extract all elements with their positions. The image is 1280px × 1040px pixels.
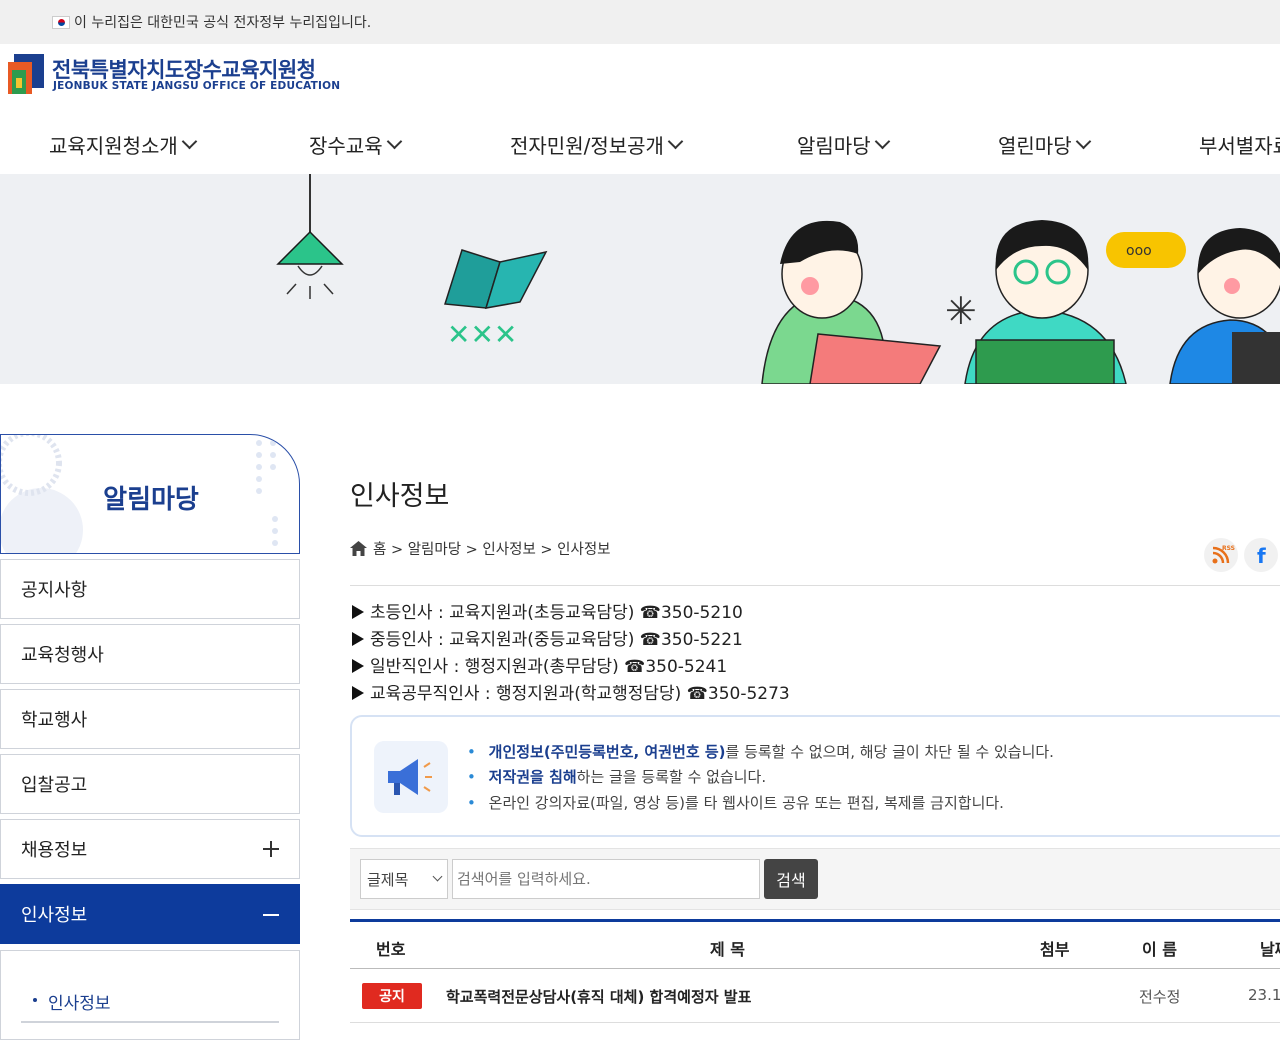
- lnb-item-label: 교육청행사: [21, 645, 104, 666]
- row-author: 전수정: [1139, 988, 1181, 1006]
- lnb-item-notices[interactable]: 공지사항: [0, 559, 300, 619]
- nav-item-department-data[interactable]: 부서별자료: [1199, 130, 1280, 159]
- column-header-number: 번호: [376, 940, 406, 959]
- nav-label: 전자민원/정보공개: [510, 134, 664, 158]
- contact-text: 교육공무직인사 : 행정지원과(학교행정담당) ☎350-5273: [370, 684, 790, 704]
- nav-item-jangsu-education[interactable]: 장수교육: [309, 130, 402, 159]
- megaphone-icon: [374, 741, 448, 813]
- chevron-down-icon: [386, 133, 402, 150]
- lnb-item-personnel-info[interactable]: 인사정보: [0, 884, 300, 944]
- contact-text: 초등인사 : 교육지원과(초등교육담당) ☎350-5210: [370, 603, 743, 623]
- lnb-item-label: 학교행사: [21, 710, 88, 731]
- search-button[interactable]: 검색: [764, 859, 818, 899]
- nav-label: 장수교육: [309, 134, 383, 158]
- rss-button[interactable]: RSS: [1204, 538, 1238, 572]
- lnb-item-label: 공지사항: [21, 580, 88, 601]
- logo-icon[interactable]: [8, 54, 46, 94]
- svg-text:✕✕✕: ✕✕✕: [447, 318, 517, 351]
- lnb-item-school-events[interactable]: 학교행사: [0, 689, 300, 749]
- search-bar: 글제목 검색: [350, 848, 1280, 910]
- contact-line: 일반직인사 : 행정지원과(총무담당) ☎350-5241: [352, 652, 727, 677]
- svg-text:✳: ✳: [945, 289, 977, 333]
- nav-item-about[interactable]: 교육지원청소개: [49, 130, 198, 159]
- nav-item-civil-service[interactable]: 전자민원/정보공개: [510, 130, 684, 159]
- search-field-select[interactable]: 글제목: [360, 859, 448, 899]
- gov-notice-bar: 이 누리집은 대한민국 공식 전자정부 누리집입니다.: [0, 0, 1280, 44]
- lnb-item-label: 인사정보: [21, 905, 88, 926]
- rss-icon: RSS: [1212, 545, 1235, 564]
- posting-rule-text: 를 등록할 수 없으며, 해당 글이 차단 될 수 있습니다.: [725, 743, 1054, 761]
- row-date: 23.10.24: [1248, 986, 1280, 1004]
- lnb-submenu: 인사정보: [0, 950, 300, 1040]
- speech-bubble-text: ooo: [1126, 243, 1152, 259]
- minus-icon[interactable]: [263, 914, 279, 916]
- nav-label: 부서별자료: [1199, 134, 1280, 158]
- divider: [21, 1021, 279, 1023]
- lnb-item-label: 입찰공고: [21, 775, 88, 796]
- korea-flag-icon: [52, 15, 70, 29]
- chevron-down-icon: [181, 133, 198, 150]
- contact-text: 일반직인사 : 행정지원과(총무담당) ☎350-5241: [370, 657, 728, 677]
- posting-rule: 온라인 강의자료(파일, 영상 등)를 타 웹사이트 공유 또는 편집, 복제를…: [467, 792, 1004, 813]
- divider: [350, 585, 1280, 586]
- lnb-title: 알림마당: [103, 485, 199, 515]
- triangle-right-icon: [352, 686, 364, 700]
- lnb-subitem-personnel-info[interactable]: 인사정보: [33, 989, 111, 1014]
- nav-item-open-forum[interactable]: 열린마당: [998, 130, 1091, 159]
- triangle-right-icon: [352, 605, 364, 619]
- notice-badge: 공지: [362, 983, 422, 1009]
- nav-label: 알림마당: [797, 134, 871, 158]
- contact-text: 중등인사 : 교육지원과(중등교육담당) ☎350-5221: [370, 630, 743, 650]
- nav-item-notices[interactable]: 알림마당: [797, 130, 890, 159]
- logo-subtitle: JEONBUK STATE JANGSU OFFICE OF EDUCATION: [53, 80, 341, 92]
- column-header-title: 제 목: [710, 940, 746, 959]
- nav-label: 열린마당: [998, 134, 1072, 158]
- gov-notice-text: 이 누리집은 대한민국 공식 전자정부 누리집입니다.: [74, 15, 372, 31]
- search-input[interactable]: [452, 859, 760, 899]
- main-nav: 교육지원청소개 장수교육 전자민원/정보공개 알림마당 열린마당 부서별자료: [0, 118, 1280, 172]
- plus-icon[interactable]: [263, 841, 279, 857]
- posting-rule-text: 하는 글을 등록할 수 없습니다.: [576, 768, 767, 786]
- table-row[interactable]: 공지 학교폭력전문상담사(휴직 대체) 합격예정자 발표 전수정 23.10.2…: [350, 969, 1280, 1023]
- contact-line: 초등인사 : 교육지원과(초등교육담당) ☎350-5210: [352, 598, 743, 623]
- posting-rule-highlight: 저작권을 침해: [488, 768, 577, 786]
- lnb-item-bid-notices[interactable]: 입찰공고: [0, 754, 300, 814]
- facebook-button[interactable]: f: [1244, 538, 1278, 572]
- page-title: 인사정보: [350, 481, 450, 512]
- row-title-link[interactable]: 학교폭력전문상담사(휴직 대체) 합격예정자 발표: [446, 986, 751, 1007]
- header: 전북특별자치도장수교육지원청 JEONBUK STATE JANGSU OFFI…: [0, 44, 1280, 108]
- table-header: 번호 제 목 첨부 이 름 날짜: [350, 919, 1280, 969]
- banner-illustration: ✕✕✕ ✳ ooo: [0, 174, 1280, 384]
- lnb-subitem-label: 인사정보: [48, 994, 111, 1014]
- breadcrumb: 홈 > 알림마당 > 인사정보 > 인사정보: [350, 538, 611, 559]
- lnb-item-label: 채용정보: [21, 840, 88, 861]
- contact-line: 교육공무직인사 : 행정지원과(학교행정담당) ☎350-5273: [352, 679, 790, 704]
- chevron-down-icon: [1075, 133, 1091, 150]
- rss-label: RSS: [1222, 545, 1235, 552]
- column-header-date: 날짜: [1260, 940, 1280, 959]
- triangle-right-icon: [352, 632, 364, 646]
- posting-rules-box: 개인정보(주민등록번호, 여권번호 등)를 등록할 수 없으며, 해당 글이 차…: [350, 715, 1280, 837]
- lnb-item-recruitment[interactable]: 채용정보: [0, 819, 300, 879]
- breadcrumb-text[interactable]: 홈 > 알림마당 > 인사정보 > 인사정보: [373, 538, 611, 559]
- facebook-label: f: [1257, 544, 1266, 568]
- banner-image: ✕✕✕ ✳ ooo: [276, 174, 1280, 384]
- nav-label: 교육지원청소개: [49, 134, 178, 158]
- posting-rule-text: 온라인 강의자료(파일, 영상 등)를 타 웹사이트 공유 또는 편집, 복제를…: [488, 794, 1004, 812]
- column-header-attachment: 첨부: [1040, 940, 1070, 959]
- triangle-right-icon: [352, 659, 364, 673]
- facebook-icon: f: [1257, 544, 1266, 568]
- contact-line: 중등인사 : 교육지원과(중등교육담당) ☎350-5221: [352, 625, 743, 650]
- search-select-value: 글제목: [367, 870, 409, 889]
- lnb-item-office-events[interactable]: 교육청행사: [0, 624, 300, 684]
- posting-rule: 저작권을 침해하는 글을 등록할 수 없습니다.: [467, 766, 766, 787]
- chevron-down-icon: [874, 133, 890, 150]
- column-header-name: 이 름: [1142, 940, 1178, 959]
- posting-rule-highlight: 개인정보(주민등록번호, 여권번호 등): [488, 743, 726, 761]
- chevron-down-icon: [667, 133, 684, 150]
- chevron-down-icon: [432, 871, 443, 882]
- posting-rule: 개인정보(주민등록번호, 여권번호 등)를 등록할 수 없으며, 해당 글이 차…: [467, 741, 1054, 762]
- lnb-title-box: 알림마당: [0, 434, 300, 554]
- home-icon[interactable]: [350, 541, 367, 556]
